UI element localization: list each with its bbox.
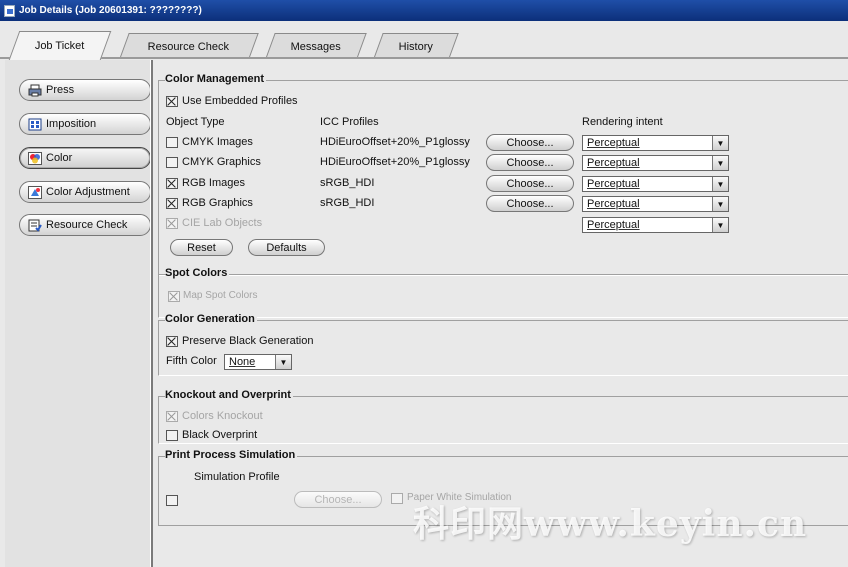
group-title: Spot Colors — [165, 267, 230, 279]
dropdown-arrow-icon: ▼ — [712, 177, 728, 191]
sidebar-item-label: Press — [46, 84, 75, 96]
document-icon — [4, 4, 15, 17]
cmyk-graphics-profile: HDiEuroOffset+20%_P1glossy — [320, 156, 470, 168]
cie-lab-objects-label: CIE Lab Objects — [182, 217, 263, 229]
cie-lab-intent-select[interactable]: Perceptual ▼ — [582, 217, 729, 233]
tab-label: Messages — [290, 40, 341, 53]
colors-knockout-label: Colors Knockout — [182, 410, 263, 422]
select-value: Perceptual — [587, 198, 640, 210]
simulation-profile-label: Simulation Profile — [194, 471, 280, 483]
cmyk-images-intent-select[interactable]: Perceptual ▼ — [582, 135, 729, 151]
rgb-graphics-choose-button[interactable]: Choose... — [486, 195, 574, 212]
rgb-graphics-profile: sRGB_HDI — [320, 197, 375, 209]
rgb-images-intent-select[interactable]: Perceptual ▼ — [582, 176, 729, 192]
color-management-group: Color Management Use Embedded Profiles O… — [158, 73, 848, 276]
simulation-choose-button[interactable]: Choose... — [294, 491, 382, 508]
sidebar-item-resource-check[interactable]: Resource Check — [19, 214, 151, 236]
tab-job-ticket[interactable]: Job Ticket — [8, 31, 112, 60]
select-value: Perceptual — [587, 137, 640, 149]
tab-underline — [0, 57, 848, 59]
sidebar-item-label: Color Adjustment — [46, 186, 130, 198]
cmyk-graphics-choose-button[interactable]: Choose... — [486, 154, 574, 171]
dropdown-arrow-icon: ▼ — [712, 197, 728, 211]
group-title: Knockout and Overprint — [165, 389, 293, 401]
rgb-images-choose-button[interactable]: Choose... — [486, 175, 574, 192]
sidebar-item-label: Imposition — [46, 118, 97, 130]
paper-white-simulation-checkbox[interactable] — [391, 493, 403, 504]
use-embedded-profiles-checkbox[interactable] — [166, 96, 178, 107]
column-header-icc-profiles: ICC Profiles — [320, 116, 379, 128]
rgb-images-checkbox[interactable] — [166, 178, 178, 189]
color-adjustment-icon — [28, 185, 42, 199]
cmyk-graphics-label: CMYK Graphics — [182, 156, 261, 168]
map-spot-colors-label: Map Spot Colors — [183, 290, 258, 301]
dropdown-arrow-icon: ▼ — [712, 156, 728, 170]
spot-colors-group: Spot Colors Map Spot Colors — [158, 267, 848, 318]
group-title: Color Generation — [165, 313, 257, 325]
select-value: Perceptual — [587, 178, 640, 190]
rgb-graphics-checkbox[interactable] — [166, 198, 178, 209]
sidebar-item-label: Resource Check — [46, 219, 128, 231]
rgb-images-label: RGB Images — [182, 177, 245, 189]
cie-lab-objects-checkbox[interactable] — [166, 218, 178, 229]
column-header-object-type: Object Type — [166, 116, 225, 128]
dropdown-arrow-icon: ▼ — [275, 355, 291, 369]
dropdown-arrow-icon: ▼ — [712, 136, 728, 150]
color-generation-group: Color Generation Preserve Black Generati… — [158, 313, 848, 376]
window-title: Job Details (Job 20601391: ????????) — [19, 5, 202, 16]
preserve-black-generation-label: Preserve Black Generation — [182, 335, 314, 347]
cmyk-graphics-checkbox[interactable] — [166, 157, 178, 168]
watermark: 科印网www.keyin.cn — [413, 503, 808, 545]
fifth-color-select[interactable]: None ▼ — [224, 354, 292, 370]
cmyk-images-checkbox[interactable] — [166, 137, 178, 148]
color-settings-panel: Color Management Use Embedded Profiles O… — [158, 66, 848, 567]
cmyk-graphics-intent-select[interactable]: Perceptual ▼ — [582, 155, 729, 171]
reset-button[interactable]: Reset — [170, 239, 233, 256]
group-title: Print Process Simulation — [165, 449, 298, 461]
group-title: Color Management — [165, 73, 267, 85]
tab-history[interactable]: History — [373, 33, 459, 59]
resource-check-icon — [28, 219, 42, 232]
cmyk-images-label: CMYK Images — [182, 136, 253, 148]
preserve-black-generation-checkbox[interactable] — [166, 336, 178, 347]
printer-icon — [28, 84, 42, 97]
rgb-graphics-label: RGB Graphics — [182, 197, 253, 209]
window-titlebar: Job Details (Job 20601391: ????????) — [0, 0, 848, 21]
black-overprint-label: Black Overprint — [182, 429, 258, 441]
cmyk-images-choose-button[interactable]: Choose... — [486, 134, 574, 151]
tab-label: Job Ticket — [35, 40, 85, 52]
tab-strip: Job Ticket Resource Check Messages Histo… — [0, 21, 848, 60]
sidebar-item-color[interactable]: Color — [19, 147, 151, 169]
cmyk-images-profile: HDiEuroOffset+20%_P1glossy — [320, 136, 470, 148]
tab-label: History — [398, 40, 433, 53]
color-wheel-icon — [28, 151, 42, 165]
tab-messages[interactable]: Messages — [265, 33, 367, 59]
dropdown-arrow-icon: ▼ — [712, 218, 728, 232]
select-value: Perceptual — [587, 219, 640, 231]
select-value: None — [229, 356, 256, 368]
sidebar: Press Imposition Color Color Adjustment … — [5, 60, 151, 567]
tab-label: Resource Check — [148, 40, 230, 53]
sidebar-item-label: Color — [46, 152, 73, 164]
defaults-button[interactable]: Defaults — [248, 239, 325, 256]
sidebar-divider[interactable] — [150, 60, 153, 567]
colors-knockout-checkbox[interactable] — [166, 411, 178, 422]
map-spot-colors-checkbox[interactable] — [168, 291, 180, 302]
fifth-color-label: Fifth Color — [166, 355, 217, 367]
sidebar-item-press[interactable]: Press — [19, 79, 151, 101]
sidebar-item-imposition[interactable]: Imposition — [19, 113, 151, 135]
simulation-enable-checkbox[interactable] — [166, 495, 178, 506]
tab-resource-check[interactable]: Resource Check — [119, 33, 259, 59]
knockout-overprint-group: Knockout and Overprint Colors Knockout B… — [158, 389, 848, 444]
column-header-rendering-intent: Rendering intent — [582, 116, 663, 128]
select-value: Perceptual — [587, 157, 640, 169]
sidebar-item-color-adjustment[interactable]: Color Adjustment — [19, 181, 151, 203]
black-overprint-checkbox[interactable] — [166, 430, 178, 441]
rgb-graphics-intent-select[interactable]: Perceptual ▼ — [582, 196, 729, 212]
rgb-images-profile: sRGB_HDI — [320, 177, 375, 189]
imposition-icon — [28, 118, 42, 131]
use-embedded-profiles-label: Use Embedded Profiles — [182, 95, 298, 107]
